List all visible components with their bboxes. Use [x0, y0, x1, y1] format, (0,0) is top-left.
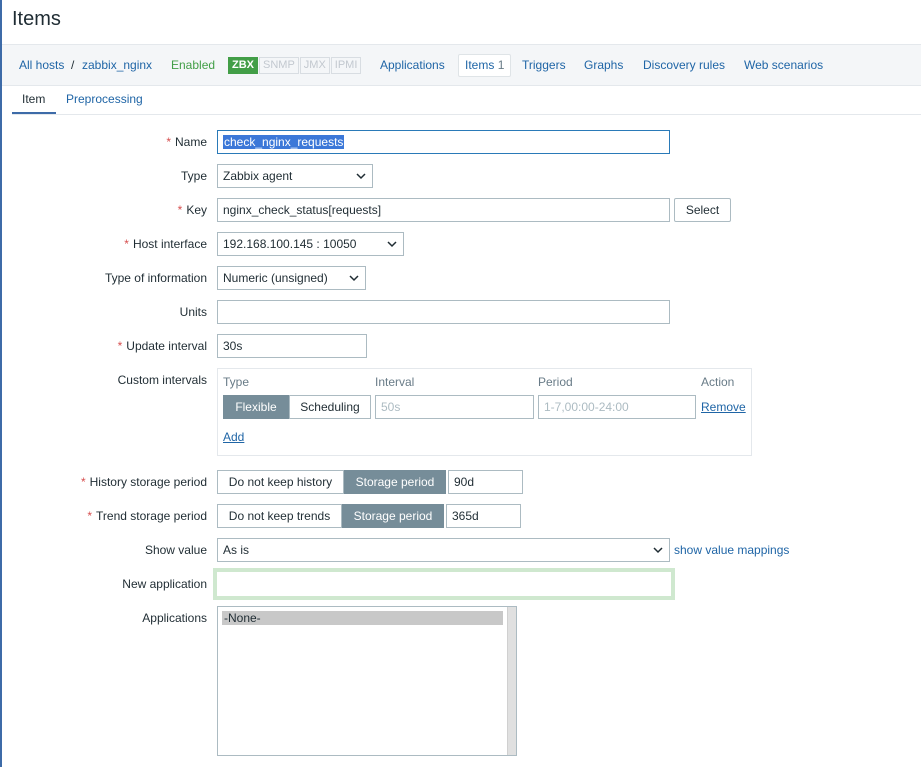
jmx-badge: JMX [299, 57, 330, 74]
column-interval: Interval [375, 375, 415, 389]
applications-option-none[interactable]: -None- [222, 611, 503, 625]
host-status-enabled[interactable]: Enabled [171, 58, 215, 72]
left-edge-strip [0, 0, 2, 767]
name-label: * Name [166, 135, 207, 149]
page-title: Items [12, 8, 61, 30]
column-period: Period [538, 375, 573, 389]
show-value-mappings-link[interactable]: show value mappings [674, 543, 789, 557]
trend-period-input[interactable]: 365d [446, 504, 521, 528]
applications-listbox[interactable]: -None- [217, 606, 517, 756]
scheduling-toggle[interactable]: Scheduling [289, 395, 371, 419]
nav-applications[interactable]: Applications [380, 58, 445, 72]
form-tabs: Item Preprocessing [12, 86, 921, 115]
column-action: Action [701, 375, 735, 389]
nav-web-scenarios[interactable]: Web scenarios [744, 58, 823, 72]
remove-interval-link[interactable]: Remove [701, 400, 746, 414]
name-input[interactable]: check_nginx_requests [217, 130, 670, 154]
nav-items[interactable]: Items 1 [458, 54, 512, 77]
breadcrumb-host[interactable]: zabbix_nginx [82, 58, 152, 72]
zbx-badge: ZBX [228, 57, 258, 74]
new-application-input[interactable] [213, 568, 675, 600]
type-select[interactable]: Zabbix agent [217, 164, 373, 188]
trend-storage-label: * Trend storage period [87, 509, 207, 523]
type-of-information-select[interactable]: Numeric (unsigned) [217, 266, 366, 290]
update-interval-input[interactable]: 30s [217, 334, 367, 358]
host-navigation-bar: All hosts / zabbix_nginx Enabled ZBX SNM… [2, 44, 921, 86]
history-do-not-keep-option[interactable]: Do not keep history [217, 470, 344, 494]
active-tab-indicator [12, 112, 56, 114]
host-interface-select[interactable]: 192.168.100.145 : 10050 [217, 232, 404, 256]
availability-badges: ZBX SNMP JMX IPMI [228, 57, 362, 74]
chevron-down-icon [349, 275, 359, 282]
breadcrumb-separator: / [71, 58, 75, 72]
nav-discovery-rules[interactable]: Discovery rules [643, 58, 725, 72]
custom-interval-input[interactable]: 50s [375, 395, 534, 419]
history-storage-label: * History storage period [80, 475, 207, 489]
history-storage-period-option[interactable]: Storage period [344, 470, 446, 494]
breadcrumb-all-hosts[interactable]: All hosts [19, 58, 64, 72]
key-input[interactable]: nginx_check_status[requests] [217, 198, 670, 222]
update-interval-label: * Update interval [117, 339, 207, 353]
tab-preprocessing[interactable]: Preprocessing [66, 92, 143, 106]
key-select-button[interactable]: Select [674, 198, 731, 222]
nav-triggers[interactable]: Triggers [522, 58, 566, 72]
new-application-label: New application [122, 577, 207, 591]
chevron-down-icon [356, 173, 366, 180]
show-value-label: Show value [144, 543, 207, 557]
nav-graphs[interactable]: Graphs [584, 58, 623, 72]
ipmi-badge: IPMI [330, 57, 362, 74]
show-value-select[interactable]: As is [217, 538, 670, 562]
flexible-toggle[interactable]: Flexible [223, 395, 289, 419]
listbox-scrollbar[interactable] [507, 607, 516, 755]
units-label: Units [179, 305, 207, 319]
custom-intervals-label: Custom intervals [117, 373, 207, 387]
type-label: Type [180, 169, 207, 183]
column-type: Type [223, 375, 250, 389]
chevron-down-icon [653, 547, 663, 554]
add-interval-link[interactable]: Add [223, 430, 244, 444]
chevron-down-icon [387, 241, 397, 248]
trend-do-not-keep-option[interactable]: Do not keep trends [217, 504, 342, 528]
tab-item[interactable]: Item [22, 92, 45, 106]
key-label: * Key [177, 203, 207, 217]
applications-label: Applications [142, 611, 207, 625]
nav-items-count: 1 [497, 58, 505, 72]
custom-period-input[interactable]: 1-7,00:00-24:00 [538, 395, 696, 419]
custom-intervals-table: Type Interval Period Action Flexible Sch… [217, 368, 752, 456]
host-interface-label: * Host interface [124, 237, 207, 251]
nav-items-label: Items [465, 58, 495, 72]
history-period-input[interactable]: 90d [448, 470, 523, 494]
units-input[interactable] [217, 300, 670, 324]
type-of-information-label: Type of information [104, 271, 207, 285]
trend-storage-period-option[interactable]: Storage period [342, 504, 444, 528]
snmp-badge: SNMP [259, 57, 299, 74]
